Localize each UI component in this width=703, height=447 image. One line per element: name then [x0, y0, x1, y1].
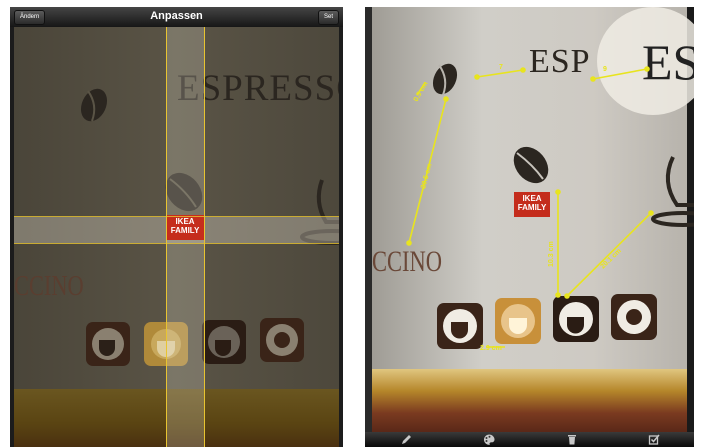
coffee-bean-icon [80, 88, 108, 122]
measure-line-top-left [476, 69, 524, 78]
camera-photo[interactable]: ESP CCINO IKEA FAMILY ES 7 9 0.5 cm 20.5… [365, 7, 694, 432]
measure-line-magnifier [592, 68, 648, 80]
measure-label: 9 [603, 66, 607, 73]
espresso-tile-icon [202, 320, 246, 364]
measure-label: 7 [499, 64, 503, 71]
measure-label: 0.5 cm [413, 81, 430, 103]
nav-bar: Ändern Anpassen Set [10, 7, 343, 27]
guide-line-horizontal-top[interactable] [14, 216, 339, 217]
set-button[interactable]: Set [317, 10, 339, 25]
guide-line-vertical-left[interactable] [166, 27, 167, 447]
ikea-family-badge: IKEA FAMILY [166, 215, 204, 240]
trash-icon[interactable] [565, 433, 579, 446]
nav-title: Anpassen [150, 10, 203, 22]
cappuccino-tile-icon [260, 318, 304, 362]
guide-line-horizontal-bottom[interactable] [14, 243, 339, 244]
right-screen: ESP CCINO IKEA FAMILY ES 7 9 0.5 cm 20.5… [365, 7, 694, 447]
measure-label: 20.1 cm [600, 248, 623, 271]
camera-photo[interactable]: ESPRESSO CCINO [14, 27, 339, 447]
palette-icon[interactable] [482, 433, 496, 446]
coffee-cup-tile-icon [86, 322, 130, 366]
guide-line-vertical-right[interactable] [204, 27, 205, 447]
measure-line-diag-right [566, 212, 652, 297]
measurement-overlay: 7 9 0.5 cm 20.5 cm 10.3 cm 20.1 cm 2.9 c… [406, 64, 654, 352]
measure-label: 10.3 cm [548, 241, 555, 267]
badge-line-1: IKEA [175, 217, 195, 226]
measure-label: 2.9 cm [480, 345, 502, 352]
left-screen: Ändern Anpassen Set ESPRESSO CCINO [10, 7, 343, 447]
bottom-toolbar [365, 432, 694, 447]
pencil-icon[interactable] [399, 433, 413, 446]
measure-label: 20.5 cm [420, 163, 433, 190]
checkbox-icon[interactable] [647, 433, 661, 446]
badge-line-2: FAMILY [170, 226, 200, 235]
measure-endpoints [406, 66, 654, 299]
